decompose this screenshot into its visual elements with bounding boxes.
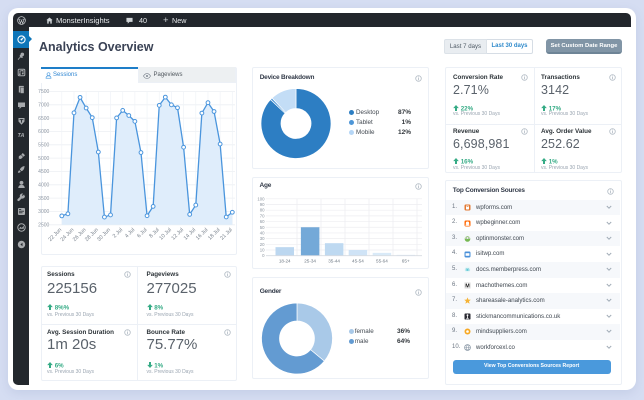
svg-text:4000: 4000	[38, 183, 49, 189]
svg-text:2 Jul: 2 Jul	[112, 227, 124, 239]
svg-text:45-54: 45-54	[352, 259, 364, 264]
svg-text:70: 70	[260, 213, 265, 218]
svg-text:35-44: 35-44	[328, 259, 340, 264]
svg-text:3500: 3500	[38, 196, 49, 202]
svg-text:4500: 4500	[38, 169, 49, 175]
svg-text:100: 100	[257, 196, 265, 201]
svg-text:30 Jun: 30 Jun	[96, 227, 112, 243]
svg-text:16 Jul: 16 Jul	[195, 227, 209, 241]
svg-text:4 Jul: 4 Jul	[124, 227, 136, 239]
svg-text:M: M	[465, 283, 470, 289]
svg-text:3000: 3000	[38, 209, 49, 215]
svg-text:10: 10	[260, 248, 265, 253]
svg-text:25-34: 25-34	[304, 259, 316, 264]
svg-text:20: 20	[260, 242, 265, 247]
svg-text:18-24: 18-24	[279, 259, 291, 264]
svg-text:14 Jul: 14 Jul	[183, 227, 197, 241]
svg-text:30: 30	[260, 236, 265, 241]
svg-text:40: 40	[260, 230, 265, 235]
svg-text:6500: 6500	[38, 116, 49, 122]
svg-text:80: 80	[260, 208, 265, 213]
svg-text:2500: 2500	[38, 223, 49, 229]
svg-text:7000: 7000	[38, 103, 49, 109]
svg-text:65+: 65+	[402, 259, 410, 264]
svg-text:7500: 7500	[38, 89, 49, 95]
svg-text:6000: 6000	[38, 129, 49, 135]
svg-text:5000: 5000	[38, 156, 49, 162]
svg-text:60: 60	[260, 219, 265, 224]
svg-text:5500: 5500	[38, 143, 49, 149]
svg-text:90: 90	[260, 202, 265, 207]
svg-text:18 Jul: 18 Jul	[207, 227, 221, 241]
svg-text:50: 50	[260, 225, 265, 230]
svg-text:12 Jul: 12 Jul	[171, 227, 185, 241]
svg-text:0: 0	[262, 253, 265, 258]
svg-text:10 Jul: 10 Jul	[158, 227, 172, 241]
svg-text:55-64: 55-64	[376, 259, 388, 264]
svg-text:m: m	[465, 267, 469, 272]
svg-text:6 Jul: 6 Jul	[136, 227, 148, 239]
svg-text:21 Jul: 21 Jul	[219, 227, 233, 241]
